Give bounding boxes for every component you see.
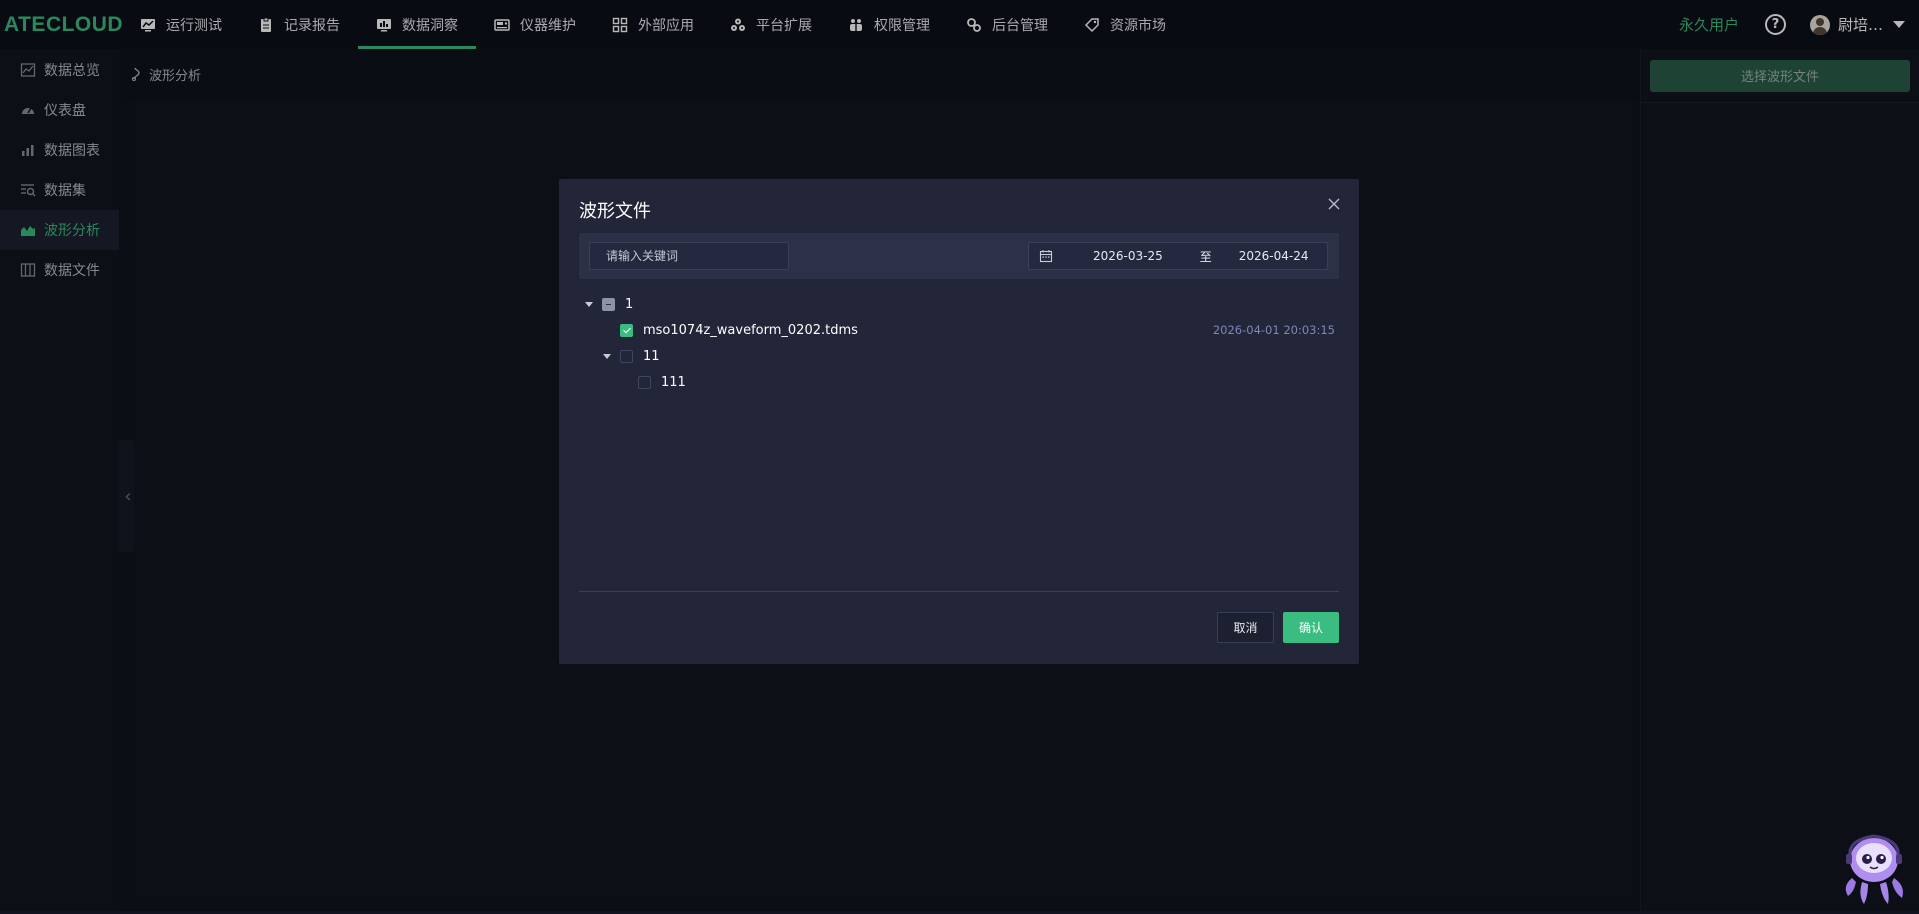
dialog-title: 波形文件 xyxy=(579,201,651,222)
tree-checkbox[interactable] xyxy=(602,297,615,311)
caret-down-icon[interactable] xyxy=(603,353,611,359)
tree-node-label: mso1074z_waveform_0202.tdms xyxy=(643,322,858,338)
tree-node[interactable]: 1 xyxy=(585,291,1335,317)
date-separator: 至 xyxy=(1199,249,1212,264)
tree-node-label: 11 xyxy=(643,348,660,364)
tree-checkbox[interactable] xyxy=(638,375,651,389)
calendar-icon xyxy=(1039,249,1053,263)
date-end-input[interactable]: 2026-04-24 xyxy=(1239,249,1309,263)
tree-node-label: 111 xyxy=(661,374,686,390)
cancel-button[interactable]: 取消 xyxy=(1217,612,1274,643)
file-timestamp: 2026-04-01 20:03:15 xyxy=(1212,323,1335,337)
file-tree: 1 mso1074z_waveform_0202.tdms 2026-04-01… xyxy=(585,291,1335,395)
date-start-input[interactable]: 2026-03-25 xyxy=(1093,249,1163,263)
waveform-file-dialog: 波形文件 2026-03-25 至 2026-04-24 1 mso1074z_… xyxy=(559,179,1359,664)
confirm-button[interactable]: 确认 xyxy=(1283,612,1339,643)
tree-node[interactable]: mso1074z_waveform_0202.tdms 2026-04-01 2… xyxy=(585,317,1335,343)
tree-node[interactable]: 111 xyxy=(585,369,1335,395)
tree-checkbox[interactable] xyxy=(620,349,633,363)
keyword-search-input[interactable] xyxy=(589,242,789,270)
date-range-picker[interactable]: 2026-03-25 至 2026-04-24 xyxy=(1028,242,1328,270)
close-icon[interactable] xyxy=(1327,196,1341,210)
assistant-mascot-icon[interactable] xyxy=(1830,826,1914,910)
tree-node-label: 1 xyxy=(625,296,634,312)
dialog-divider xyxy=(579,591,1339,592)
caret-down-icon[interactable] xyxy=(585,301,593,307)
tree-node[interactable]: 11 xyxy=(585,343,1335,369)
filter-bar: 2026-03-25 至 2026-04-24 xyxy=(579,233,1339,279)
tree-checkbox[interactable] xyxy=(620,323,633,337)
